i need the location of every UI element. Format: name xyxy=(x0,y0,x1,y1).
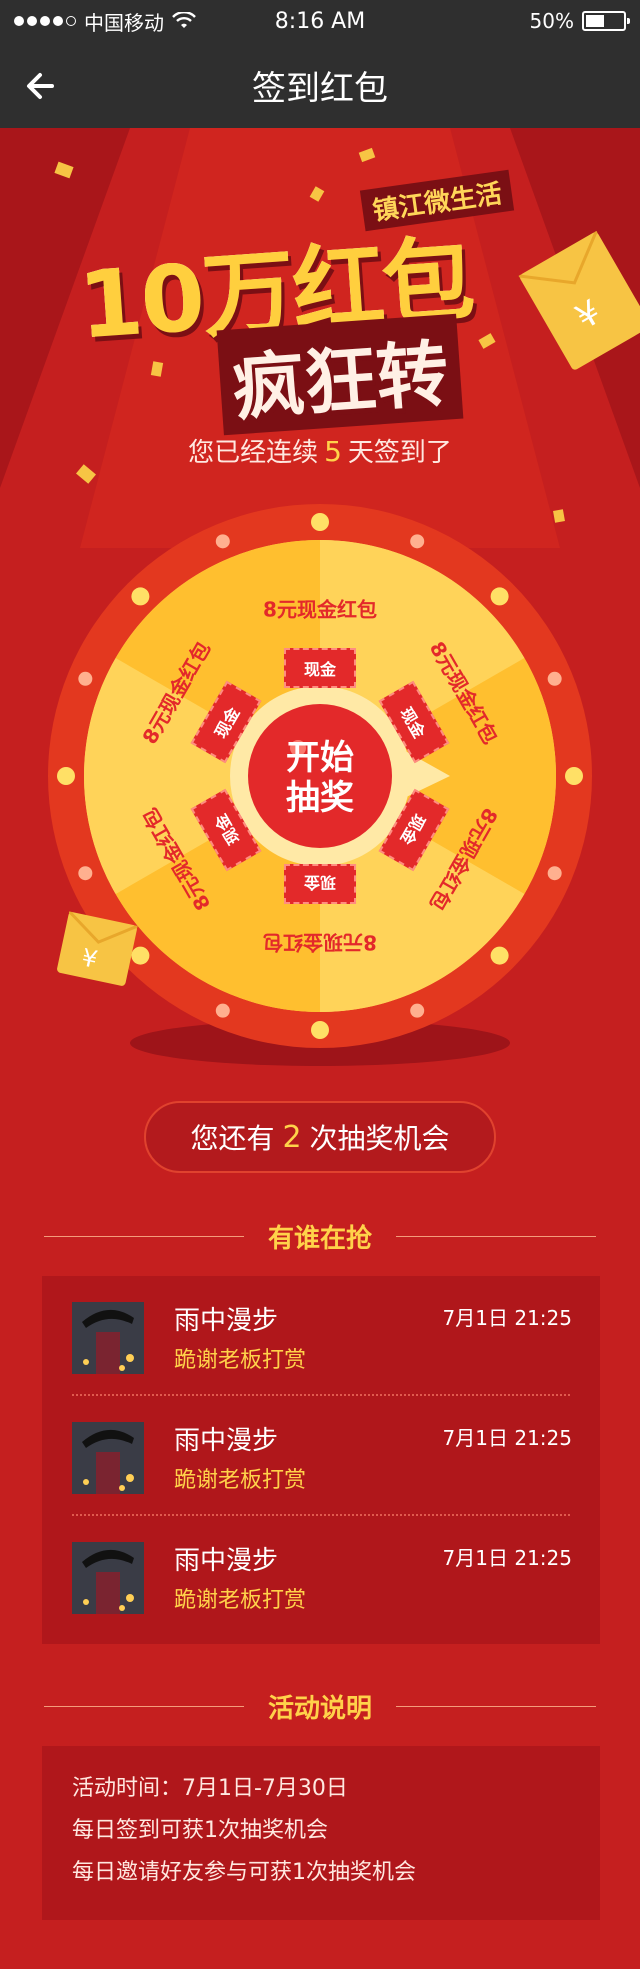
winner-time: 7月1日 21:25 xyxy=(442,1426,572,1450)
signal-strength-icon xyxy=(14,16,76,26)
rules-box: 活动时间：7月1日-7月30日 每日签到可获1次抽奖机会 每日邀请好友参与可获1… xyxy=(42,1746,600,1920)
chances-count: 2 xyxy=(282,1119,302,1155)
spin-label-1: 开始 xyxy=(286,738,354,778)
wheel-light-icon xyxy=(490,587,509,606)
page-title: 签到红包 xyxy=(252,68,388,109)
wifi-icon xyxy=(172,12,196,28)
wheel-light-icon xyxy=(311,513,329,531)
rule-line: 每日邀请好友参与可获1次抽奖机会 xyxy=(72,1860,416,1885)
winner-time: 7月1日 21:25 xyxy=(442,1546,572,1570)
headline-sub: 疯狂转 xyxy=(216,313,464,436)
chances-pill: 您还有 2 次抽奖机会 xyxy=(144,1101,496,1173)
spin-button[interactable]: 开始 抽奖 xyxy=(248,706,392,850)
winner-name: 雨中漫步 xyxy=(174,1546,279,1576)
svg-text:¥: ¥ xyxy=(569,292,608,337)
battery-icon xyxy=(582,11,630,31)
nav-bar: 签到红包 xyxy=(0,42,640,128)
wheel-light-icon xyxy=(410,1003,425,1018)
winner-message: 跪谢老板打赏 xyxy=(174,1348,307,1373)
winner-message: 跪谢老板打赏 xyxy=(174,1468,307,1493)
wheel-light-icon xyxy=(78,671,93,686)
avatar xyxy=(72,1422,144,1494)
list-item: 雨中漫步 跪谢老板打赏 7月1日 21:25 xyxy=(42,1396,600,1516)
avatar xyxy=(72,1302,144,1374)
wheel-segment-label: 8元现金红包 xyxy=(263,930,377,955)
arrow-left-icon[interactable] xyxy=(22,66,62,106)
winner-name: 雨中漫步 xyxy=(174,1306,279,1336)
rules-section-title: 活动说明 xyxy=(0,1688,640,1725)
wheel-light-icon xyxy=(311,1021,329,1039)
wheel-light-icon xyxy=(565,767,583,785)
wheel-light-icon xyxy=(131,587,150,606)
carrier-name: 中国移动 xyxy=(84,10,164,35)
list-item: 雨中漫步 跪谢老板打赏 7月1日 21:25 xyxy=(42,1516,600,1636)
wheel-light-icon xyxy=(215,1003,230,1018)
avatar xyxy=(72,1542,144,1614)
winner-message: 跪谢老板打赏 xyxy=(174,1588,307,1613)
wheel-light-icon xyxy=(547,671,562,686)
wheel-light-icon xyxy=(547,866,562,881)
streak-text: 您已经连续 5 天签到了 xyxy=(188,435,452,468)
status-bar: 中国移动 8:16 AM 50% xyxy=(0,0,640,42)
lottery-wheel: 8元现金红包 现金 8元现金红包 现金 8元现金红包 现金 8元现金红包 现金 8元现金红包 现金… xyxy=(0,500,640,1080)
winner-name: 雨中漫步 xyxy=(174,1426,279,1456)
list-item: 雨中漫步 跪谢老板打赏 7月1日 21:25 xyxy=(42,1276,600,1396)
rule-line: 活动时间：7月1日-7月30日 xyxy=(72,1776,348,1801)
winner-time: 7月1日 21:25 xyxy=(442,1306,572,1330)
cash-ticket: 现金 xyxy=(283,648,357,688)
cash-ticket: 现金 xyxy=(283,864,357,904)
spin-label-2: 抽奖 xyxy=(286,778,354,818)
wheel-segment-label: 8元现金红包 xyxy=(263,597,377,622)
wheel-light-icon xyxy=(131,946,150,965)
streak-days: 5 xyxy=(324,435,342,468)
battery-percent: 50% xyxy=(529,9,574,33)
rule-line: 每日签到可获1次抽奖机会 xyxy=(72,1818,328,1843)
wheel-light-icon xyxy=(490,946,509,965)
wheel-light-icon xyxy=(215,534,230,549)
winners-list: 雨中漫步 跪谢老板打赏 7月1日 21:25 雨中漫步 跪谢老板打赏 7月1日 … xyxy=(42,1276,600,1644)
wheel-light-icon xyxy=(57,767,75,785)
winners-section-title: 有谁在抢 xyxy=(0,1218,640,1255)
svg-text:¥: ¥ xyxy=(79,943,100,974)
wheel-light-icon xyxy=(78,866,93,881)
wheel-light-icon xyxy=(410,534,425,549)
